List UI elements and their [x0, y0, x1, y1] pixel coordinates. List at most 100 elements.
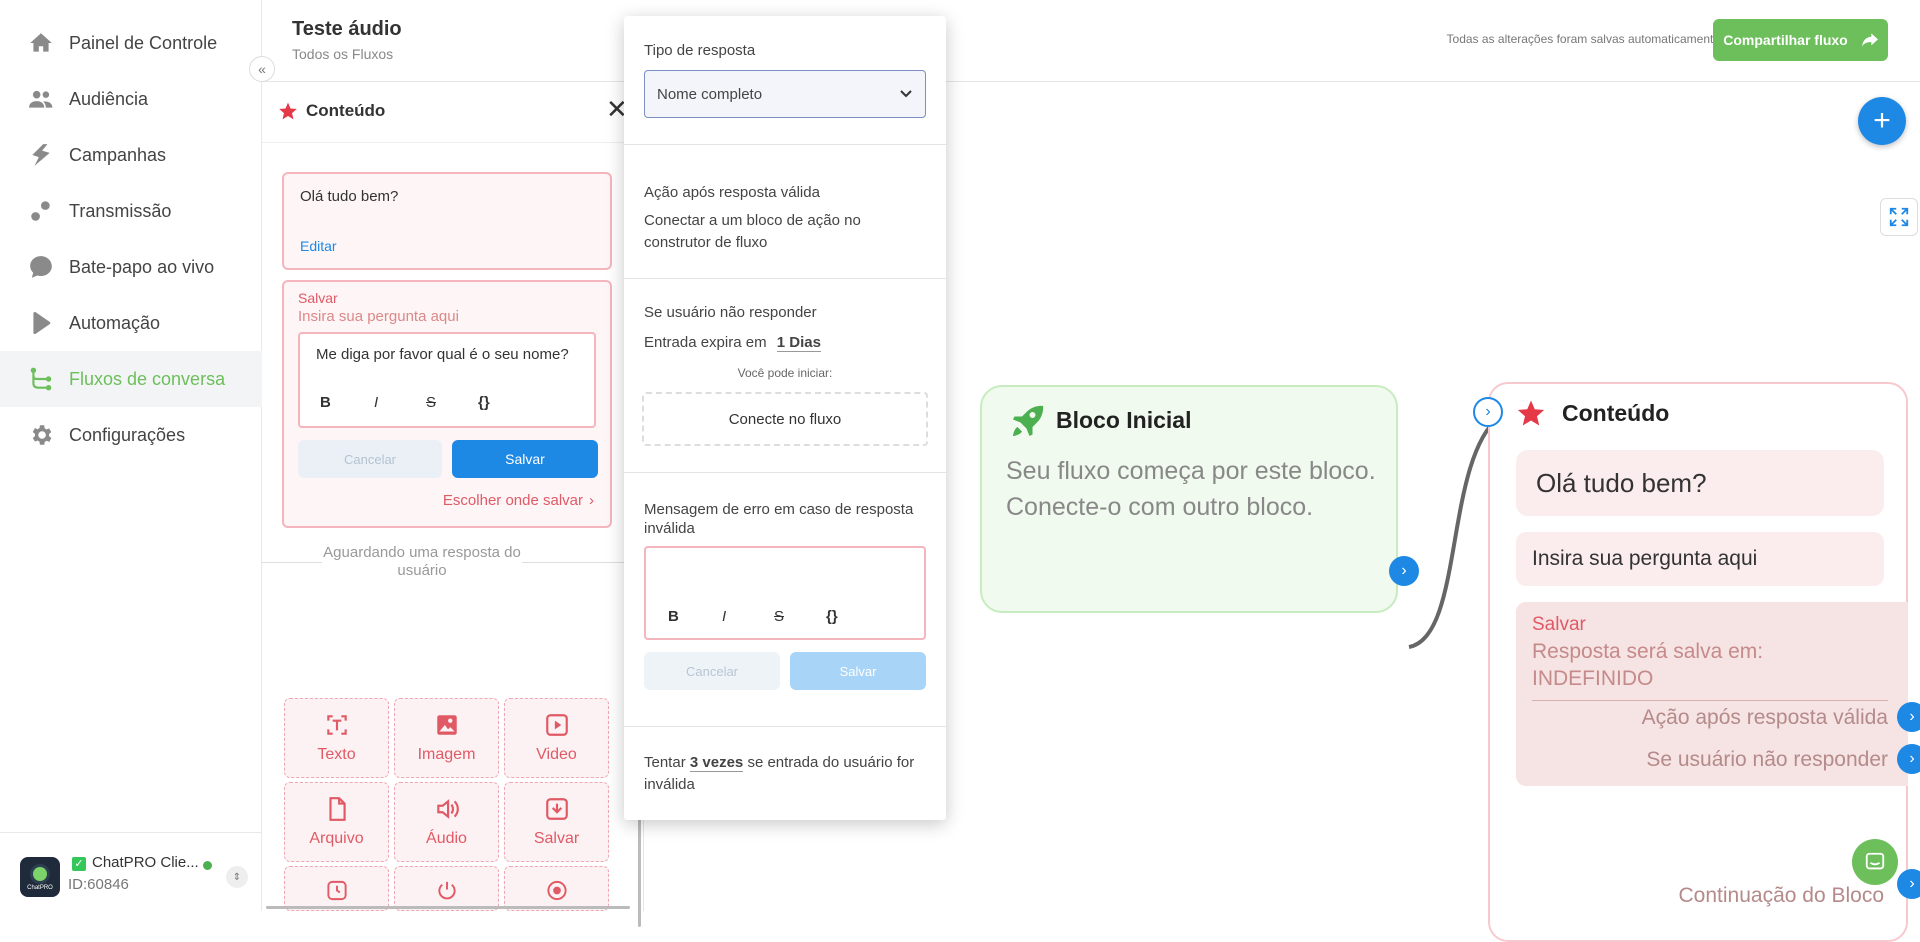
sidebar-item-broadcast[interactable]: Transmissão: [0, 183, 262, 239]
response-type-select[interactable]: Nome completo: [644, 70, 926, 118]
users-icon: [29, 90, 53, 108]
expiry-row: Entrada expira em 1 Dias: [644, 334, 821, 352]
response-type-value: Nome completo: [657, 85, 763, 103]
chevron-right-icon: ›: [1485, 403, 1491, 420]
expiry-value[interactable]: 1 Dias: [776, 334, 821, 352]
breadcrumb[interactable]: Todos os Fluxos: [292, 46, 393, 62]
sidebar-item-campaigns[interactable]: Campanhas: [0, 127, 262, 183]
tile-label: Video: [536, 746, 577, 763]
response-type-label: Tipo de resposta: [644, 42, 756, 59]
account-logo: ChatPRO: [20, 857, 60, 897]
question-input[interactable]: Me diga por favor qual é o seu nome?: [316, 346, 569, 363]
italic-button[interactable]: I: [374, 394, 378, 411]
tile-text[interactable]: Texto: [284, 698, 389, 778]
error-message-editor[interactable]: B I S {}: [644, 546, 926, 640]
chevron-right-icon: ›: [589, 492, 594, 509]
checkbox-icon: ✓: [72, 857, 86, 871]
plus-icon: +: [1873, 104, 1891, 137]
tile-end[interactable]: [394, 866, 499, 911]
strikethrough-button[interactable]: S: [426, 394, 436, 411]
sidebar-item-flows[interactable]: Fluxos de conversa: [0, 351, 262, 407]
no-reply-title: Se usuário não responder: [644, 304, 817, 321]
valid-action-description: Conectar a um bloco de ação no construto…: [644, 212, 861, 251]
sidebar-item-label: Automação: [69, 312, 161, 333]
valid-action-handle[interactable]: ›: [1897, 702, 1920, 732]
italic-button[interactable]: I: [722, 608, 726, 625]
sidebar-item-label: Campanhas: [69, 144, 167, 165]
save-button[interactable]: Salvar: [452, 440, 598, 478]
support-chat-button[interactable]: [1852, 839, 1898, 885]
audio-icon: [436, 799, 459, 819]
star-icon: [279, 102, 297, 120]
edit-message-link[interactable]: Editar: [300, 238, 337, 254]
tile-audio[interactable]: Áudio: [394, 782, 499, 862]
panel-title: Conteúdo: [306, 101, 386, 120]
tile-delay[interactable]: [284, 866, 389, 911]
content-block[interactable]: Conteúdo Olá tudo bem? Insira sua pergun…: [1488, 382, 1908, 942]
save-section-label: Salvar: [298, 290, 338, 306]
variables-button[interactable]: {}: [478, 394, 490, 411]
tile-label: Áudio: [426, 830, 467, 847]
expand-updown-icon[interactable]: ⇕: [226, 866, 248, 888]
sidebar-item-label: Painel de Controle: [69, 32, 218, 53]
chevrons-left-icon: «: [258, 61, 266, 77]
chevron-down-icon: [900, 90, 912, 98]
file-icon: [328, 797, 346, 821]
sidebar-item-settings[interactable]: Configurações: [0, 407, 262, 463]
expand-icon: [1889, 207, 1909, 227]
sidebar-item-automation[interactable]: Automação: [0, 295, 262, 351]
connect-flow-button[interactable]: Conecte no fluxo: [642, 392, 928, 446]
chat-icon: [1865, 852, 1885, 870]
add-block-button[interactable]: +: [1858, 97, 1906, 145]
tile-record[interactable]: [504, 866, 609, 911]
panel-hscrollbar[interactable]: [266, 906, 630, 909]
save-button[interactable]: Salvar: [790, 652, 926, 690]
sidebar-item-label: Configurações: [69, 424, 186, 445]
fullscreen-button[interactable]: [1880, 198, 1918, 236]
start-block-output-handle[interactable]: ›: [1389, 556, 1419, 586]
content-block-message: Olá tudo bem?: [1516, 450, 1884, 516]
tile-save[interactable]: Salvar: [504, 782, 609, 862]
question-card: Salvar Insira sua pergunta aqui Me diga …: [282, 280, 612, 528]
choose-where-to-save-link[interactable]: Escolher onde salvar ›: [443, 492, 594, 509]
tile-label: Salvar: [533, 830, 580, 847]
download-icon: [545, 798, 568, 820]
collapse-sidebar-button[interactable]: «: [249, 56, 275, 82]
tile-image[interactable]: Imagem: [394, 698, 499, 778]
clock-icon: [326, 880, 347, 901]
start-block[interactable]: Bloco Inicial Seu fluxo começa por este …: [980, 385, 1398, 613]
no-reply-handle[interactable]: ›: [1897, 744, 1920, 774]
valid-action-title: Ação após resposta válida: [644, 184, 820, 201]
divider: [624, 472, 946, 473]
chevron-right-icon: ›: [1401, 562, 1407, 579]
valid-action-label: Ação após resposta válida: [1641, 706, 1888, 729]
retry-value[interactable]: 3 vezes: [689, 754, 744, 772]
bold-button[interactable]: B: [320, 394, 331, 411]
sidebar-item-label: Bate-papo ao vivo: [69, 256, 215, 277]
variables-button[interactable]: {}: [826, 608, 838, 625]
autosave-status: Todas as alterações foram salvas automat…: [1446, 32, 1720, 46]
cancel-button[interactable]: Cancelar: [644, 652, 780, 690]
gear-icon: [32, 425, 52, 445]
sidebar-item-dashboard[interactable]: Painel de Controle: [0, 15, 262, 71]
power-icon: [437, 881, 456, 900]
sidebar-item-audience[interactable]: Audiência: [0, 71, 262, 127]
tile-file[interactable]: Arquivo: [284, 782, 389, 862]
can-start-label: Você pode iniciar:: [737, 366, 833, 380]
strikethrough-button[interactable]: S: [774, 608, 784, 625]
bold-button[interactable]: B: [668, 608, 679, 625]
question-editor[interactable]: Me diga por favor qual é o seu nome? B I…: [298, 332, 596, 428]
cancel-button[interactable]: Cancelar: [298, 440, 442, 478]
sidebar-item-live-chat[interactable]: Bate-papo ao vivo: [0, 239, 262, 295]
sidebar-item-label: Fluxos de conversa: [69, 368, 226, 389]
continuation-handle[interactable]: ›: [1897, 869, 1920, 899]
account-switcher[interactable]: ChatPRO ✓ ChatPRO Clie... ID:60846 ⇕: [0, 832, 262, 911]
share-flow-button[interactable]: Compartilhar fluxo: [1713, 19, 1888, 61]
star-icon: [1517, 400, 1545, 426]
tile-video[interactable]: Video: [504, 698, 609, 778]
tile-label: Imagem: [417, 746, 476, 763]
content-block-input-handle[interactable]: ›: [1473, 397, 1503, 427]
content-block-question: Insira sua pergunta aqui: [1516, 532, 1884, 586]
content-block-save-section: Salvar Resposta será salva em: INDEFINID…: [1516, 602, 1908, 786]
expiry-prefix: Entrada expira em: [644, 334, 767, 351]
